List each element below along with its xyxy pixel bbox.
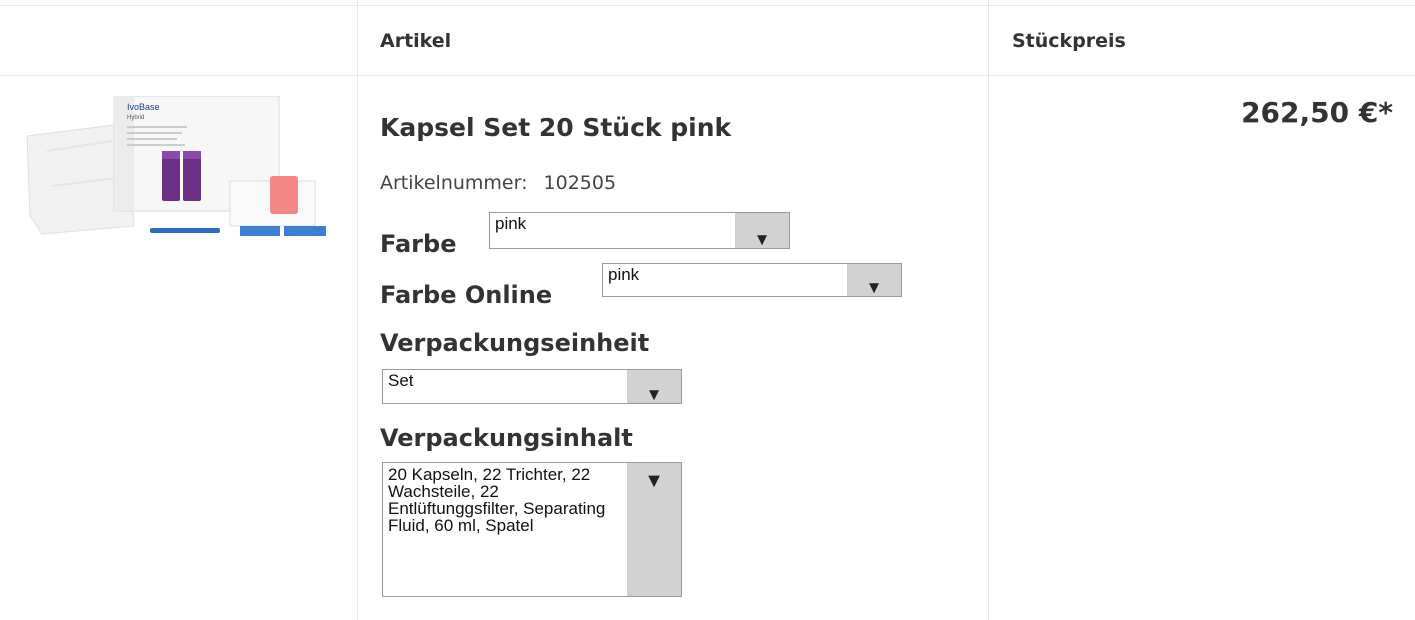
- header-top-border: [0, 5, 1415, 6]
- product-image-sub: Hybrid: [127, 115, 144, 121]
- product-title[interactable]: Kapsel Set 20 Stück pink: [380, 113, 731, 142]
- header-stueckpreis: Stückpreis: [1012, 30, 1126, 52]
- column-divider-1: [357, 0, 358, 620]
- verpackungseinheit-select-value: Set: [388, 371, 414, 390]
- farbe-select-arrow[interactable]: ▼: [735, 213, 789, 248]
- verpackungsinhalt-label: Verpackungsinhalt: [380, 424, 633, 452]
- verpackungseinheit-select-arrow[interactable]: ▼: [627, 370, 681, 403]
- triangle-down-icon: ▼: [753, 230, 771, 249]
- article-number-row: Artikelnummer: 102505: [380, 172, 616, 194]
- verpackungseinheit-select[interactable]: Set ▼: [382, 369, 682, 404]
- farbe-online-select-arrow[interactable]: ▼: [847, 264, 901, 296]
- farbe-online-select[interactable]: pink ▼: [602, 263, 902, 297]
- farbe-label: Farbe: [380, 230, 457, 258]
- verpackungsinhalt-select-arrow[interactable]: ▼: [627, 463, 681, 596]
- header-artikel: Artikel: [380, 30, 452, 52]
- farbe-select-value: pink: [495, 214, 527, 233]
- product-image-brand: IvoBase: [127, 102, 160, 112]
- farbe-select[interactable]: pink ▼: [489, 212, 790, 249]
- farbe-online-select-value: pink: [608, 265, 640, 284]
- product-image[interactable]: IvoBase Hybrid: [22, 96, 342, 246]
- verpackungsinhalt-select-value: 20 Kapseln, 22 Trichter, 22 Wachsteile, …: [388, 466, 606, 535]
- triangle-down-icon: ▼: [644, 470, 664, 492]
- header-bottom-border: [0, 75, 1415, 76]
- triangle-down-icon: ▼: [865, 278, 883, 297]
- article-number-value: 102505: [543, 172, 617, 194]
- column-divider-2: [988, 0, 989, 620]
- farbe-online-label: Farbe Online: [380, 281, 553, 309]
- triangle-down-icon: ▼: [645, 385, 663, 404]
- verpackungsinhalt-select[interactable]: 20 Kapseln, 22 Trichter, 22 Wachsteile, …: [382, 462, 682, 597]
- article-number-label: Artikelnummer:: [380, 172, 528, 194]
- verpackungseinheit-label: Verpackungseinheit: [380, 329, 650, 357]
- unit-price: 262,50 €*: [1241, 96, 1393, 129]
